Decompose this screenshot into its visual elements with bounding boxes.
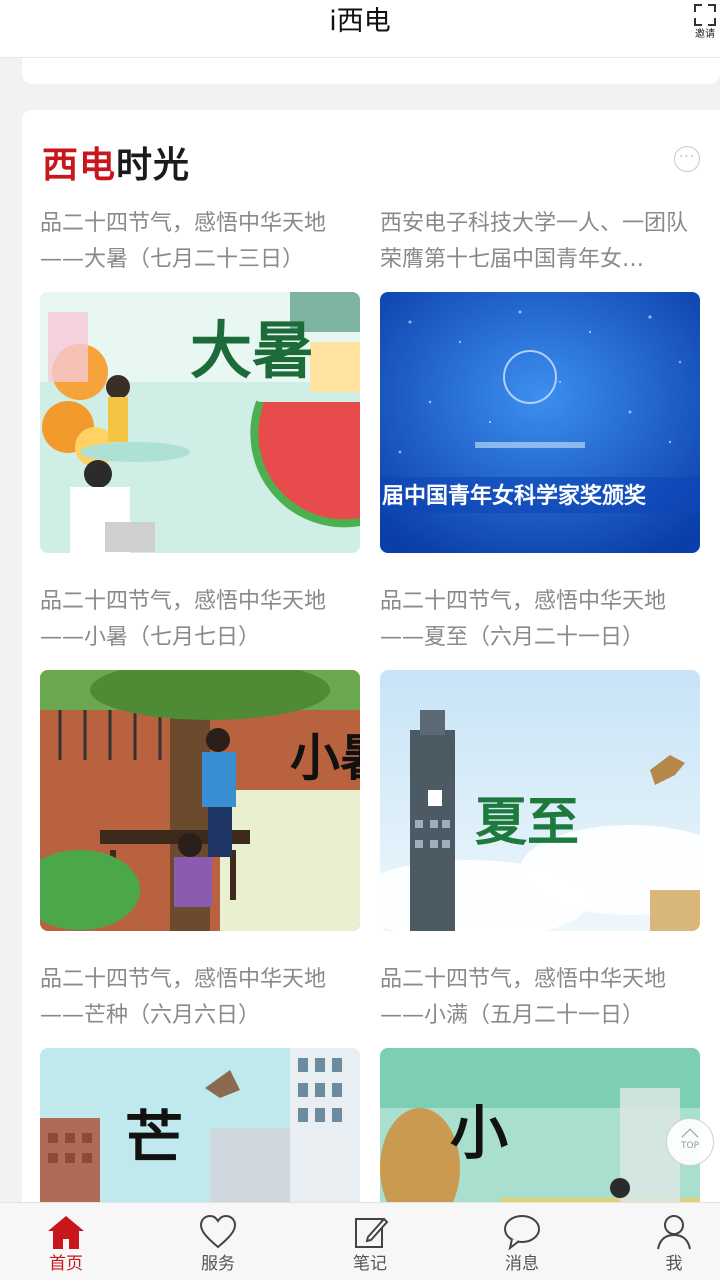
bottom-tab-bar: 首页 服务 笔记 消息 我 xyxy=(0,1202,720,1280)
article-title: 品二十四节气，感悟中华天地——大暑（七月二十三日） xyxy=(40,211,327,272)
thumbnail-text-mangzhong: 芒 xyxy=(125,1104,183,1172)
xiazhi-illustration: 夏至 xyxy=(380,670,700,931)
section-title: 西电时光 xyxy=(42,136,190,188)
article-card[interactable]: 品二十四节气，感悟中华天地——小暑（七月七日） 小 xyxy=(40,584,362,931)
invite-label: 邀请 xyxy=(695,29,715,40)
app-title: i西电 xyxy=(329,6,391,37)
award-ceremony-stage: 届中国青年女科学家奖颁奖 xyxy=(380,292,700,553)
edit-note-icon xyxy=(355,1217,389,1248)
user-icon xyxy=(657,1215,691,1250)
home-icon xyxy=(48,1216,84,1249)
previous-card-bottom xyxy=(22,58,720,84)
tab-messages[interactable]: 消息 xyxy=(472,1203,572,1280)
article-card[interactable]: 品二十四节气，感悟中华天地——夏至（六月二十一日） 夏至 xyxy=(380,584,702,931)
thumbnail-text-dashu: 大暑 xyxy=(190,314,314,387)
ellipsis-circle-icon[interactable]: ··· xyxy=(674,146,700,172)
article-title: 品二十四节气，感悟中华天地——芒种（六月六日） xyxy=(40,967,327,1028)
chat-bubble-icon xyxy=(504,1215,540,1251)
tab-me[interactable]: 我 xyxy=(624,1203,720,1280)
heart-icon xyxy=(199,1214,237,1249)
tab-label: 我 xyxy=(665,1254,683,1274)
scan-icon xyxy=(694,4,716,26)
thumbnail-text-award: 届中国青年女科学家奖颁奖 xyxy=(382,483,647,509)
thumbnail-text-xiazhi: 夏至 xyxy=(475,792,579,853)
section-title-black: 时光 xyxy=(116,145,191,186)
xidian-time-card: 西电时光 ··· 品二十四节气，感悟中华天地——大暑（七月二十三日） 大暑 西安… xyxy=(22,110,720,1280)
tab-home[interactable]: 首页 xyxy=(16,1203,116,1280)
article-card[interactable]: 品二十四节气，感悟中华天地——大暑（七月二十三日） 大暑 xyxy=(40,206,362,553)
article-title: 品二十四节气，感悟中华天地——小暑（七月七日） xyxy=(40,589,327,650)
dashu-illustration: 大暑 xyxy=(40,292,360,553)
tab-label: 消息 xyxy=(505,1254,539,1274)
invite-button[interactable]: 邀请 xyxy=(692,2,718,46)
thumbnail-text-xiaoshu: 小暑 xyxy=(290,728,360,787)
tab-label: 笔记 xyxy=(353,1254,387,1274)
section-title-red: 西电 xyxy=(42,145,117,186)
tab-notes[interactable]: 笔记 xyxy=(320,1203,420,1280)
article-title: 西安电子科技大学一人、一团队荣膺第十七届中国青年女… xyxy=(380,211,689,272)
article-card[interactable]: 西安电子科技大学一人、一团队荣膺第十七届中国青年女… 届中国青年女科学家奖颁奖 xyxy=(380,206,702,553)
article-title: 品二十四节气，感悟中华天地——小满（五月二十一日） xyxy=(380,967,667,1028)
tab-label: 首页 xyxy=(49,1254,83,1274)
back-to-top-button[interactable]: TOP xyxy=(666,1118,714,1166)
thumbnail-text-xiaoman: 小 xyxy=(450,1099,508,1167)
top-bar: i西电 邀请 xyxy=(0,0,720,58)
xiaoshu-illustration: 小暑 xyxy=(40,670,360,931)
article-title: 品二十四节气，感悟中华天地——夏至（六月二十一日） xyxy=(380,589,667,650)
tab-services[interactable]: 服务 xyxy=(168,1203,268,1280)
tab-label: 服务 xyxy=(201,1254,235,1274)
